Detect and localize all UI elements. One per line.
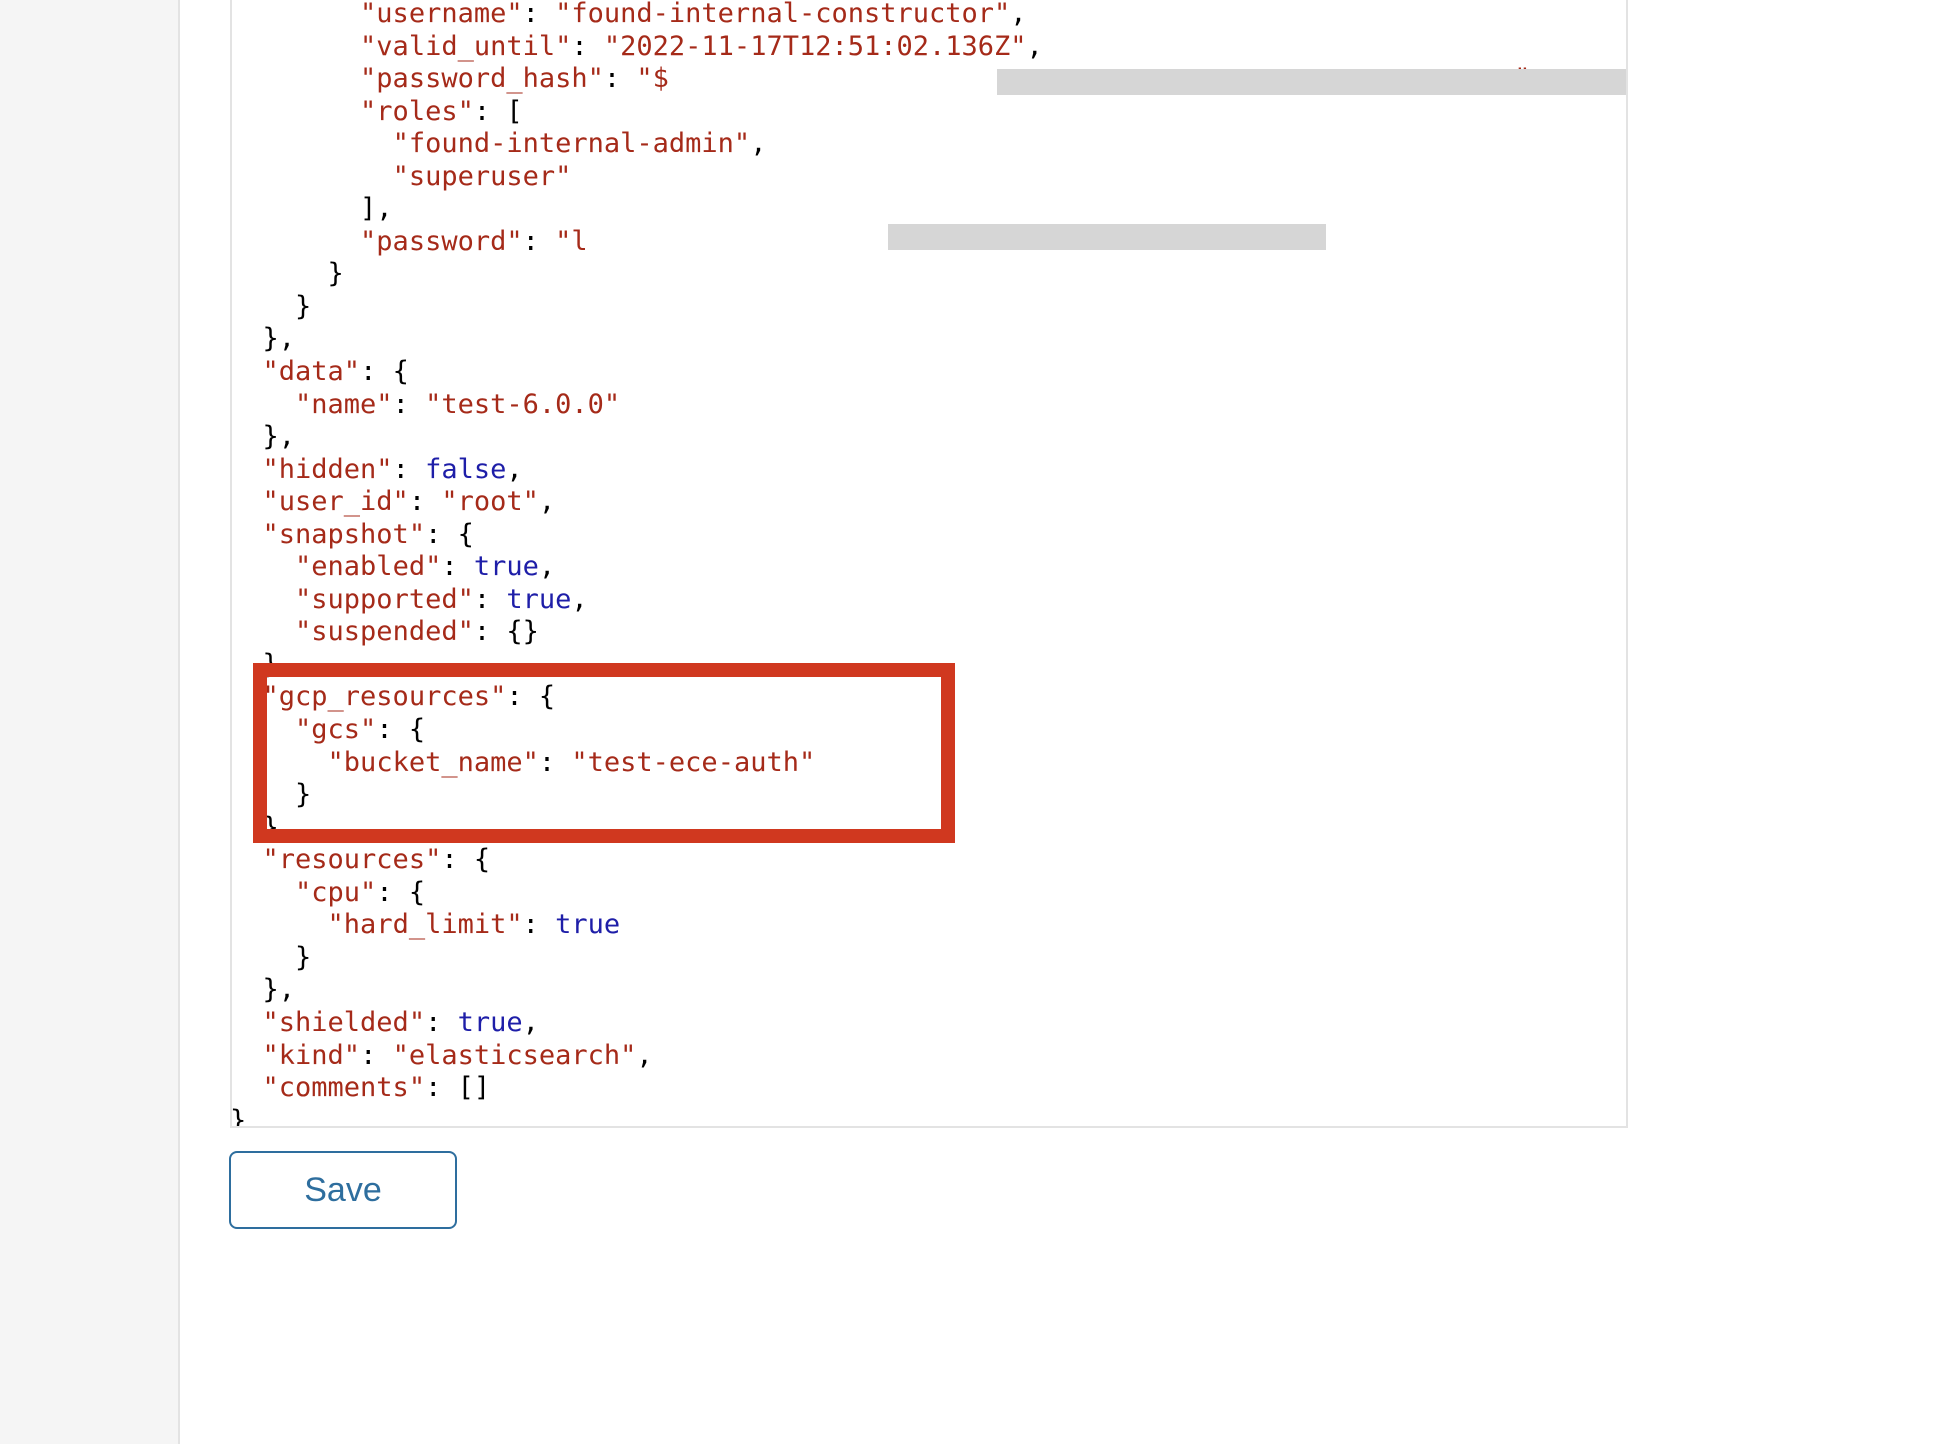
json-token: false: [425, 453, 507, 485]
json-token: "valid_until": [360, 30, 572, 62]
json-token: }: [230, 1104, 247, 1128]
json-token: "2022-11-17T12:51:02.136Z": [603, 30, 1027, 62]
json-token: "bucket_name": [327, 746, 539, 778]
json-token: },: [262, 421, 296, 453]
json-token: :: [522, 0, 556, 29]
json-token: : {: [441, 844, 491, 876]
json-token: "kind": [262, 1039, 361, 1071]
json-token: },: [262, 648, 296, 680]
json-token: "name": [295, 388, 393, 420]
json-token: ,: [636, 1039, 653, 1071]
json-token: "$: [636, 63, 669, 95]
json-token: "hidden": [262, 453, 393, 485]
json-token: "suspended": [295, 616, 474, 648]
json-token: "data": [262, 356, 361, 388]
json-token: : []: [425, 1072, 491, 1104]
json-token: ,: [571, 583, 588, 615]
json-token: ,: [1026, 30, 1043, 62]
json-token: :: [473, 583, 507, 615]
json-token: },: [262, 811, 296, 843]
save-button[interactable]: Save: [229, 1151, 457, 1229]
json-token: ,: [1010, 0, 1027, 29]
json-token: "test-6.0.0": [425, 388, 621, 420]
json-token: "roles": [360, 95, 474, 127]
json-token: "test-ece-auth": [571, 746, 816, 778]
json-token: "gcp_resources": [262, 681, 507, 713]
json-token: :: [522, 225, 556, 257]
json-token: }: [295, 941, 312, 973]
json-token: :: [392, 453, 426, 485]
json-token: :: [571, 30, 604, 62]
json-token: : {: [376, 714, 426, 746]
json-token: "username": [360, 0, 523, 29]
json-token: :: [360, 1039, 393, 1071]
json-token: "comments": [262, 1072, 426, 1104]
json-token: :: [408, 486, 442, 518]
json-token: "cpu": [295, 876, 377, 908]
json-token: "hard_limit": [327, 909, 523, 941]
json-token: :: [522, 909, 556, 941]
json-token: "password": [360, 225, 523, 257]
json-token: },: [262, 974, 296, 1006]
json-token: : {: [376, 876, 426, 908]
json-token: true: [457, 1006, 523, 1038]
json-token: ,: [522, 1006, 539, 1038]
json-token: : {: [506, 681, 556, 713]
json-token: "supported": [295, 583, 474, 615]
json-token: ,: [538, 551, 556, 583]
json-token: :: [425, 1006, 458, 1038]
json-editor-panel[interactable]: "username": "found-internal-constructor"…: [230, 0, 1628, 1128]
password-hash-redaction: [997, 69, 1626, 95]
json-token: "gcs": [295, 714, 377, 746]
json-token: ,: [506, 453, 523, 485]
json-token: ],: [360, 193, 393, 225]
json-token: "snapshot": [262, 518, 426, 550]
json-code-content[interactable]: "username": "found-internal-constructor"…: [230, 0, 1547, 1128]
json-token: : {: [360, 356, 409, 388]
json-token: "resources": [262, 844, 442, 876]
json-token: "shielded": [262, 1006, 426, 1038]
json-token: "found-internal-constructor": [555, 0, 1011, 29]
json-token: : {}: [473, 616, 539, 648]
json-token: "found-internal-admin": [392, 128, 751, 160]
json-token: :: [603, 63, 637, 95]
json-token: :: [538, 746, 572, 778]
json-token: true: [555, 909, 621, 941]
json-token: }: [295, 290, 312, 322]
json-token: },: [262, 323, 296, 355]
json-token: "superuser": [392, 160, 572, 192]
json-token: "elasticsearch": [392, 1039, 637, 1071]
json-token: "user_id": [262, 486, 409, 518]
json-token: : {: [425, 518, 474, 550]
json-token: "root": [441, 486, 539, 518]
json-token: true: [473, 551, 539, 583]
main-content-column: "username": "found-internal-constructor"…: [182, 0, 1940, 1444]
json-token: }: [295, 779, 312, 811]
json-token: "enabled": [295, 551, 442, 583]
json-token: }: [327, 258, 344, 290]
json-token: "l: [555, 225, 588, 257]
json-token: :: [441, 551, 474, 583]
json-token: true: [506, 583, 572, 615]
json-token: ,: [538, 486, 556, 518]
json-token: "password_hash": [360, 63, 604, 95]
json-token: ,: [750, 128, 767, 160]
left-navigation-rail: [0, 0, 180, 1444]
password-redaction: [888, 224, 1326, 250]
json-token: :: [392, 388, 426, 420]
json-token: : [: [473, 95, 523, 127]
